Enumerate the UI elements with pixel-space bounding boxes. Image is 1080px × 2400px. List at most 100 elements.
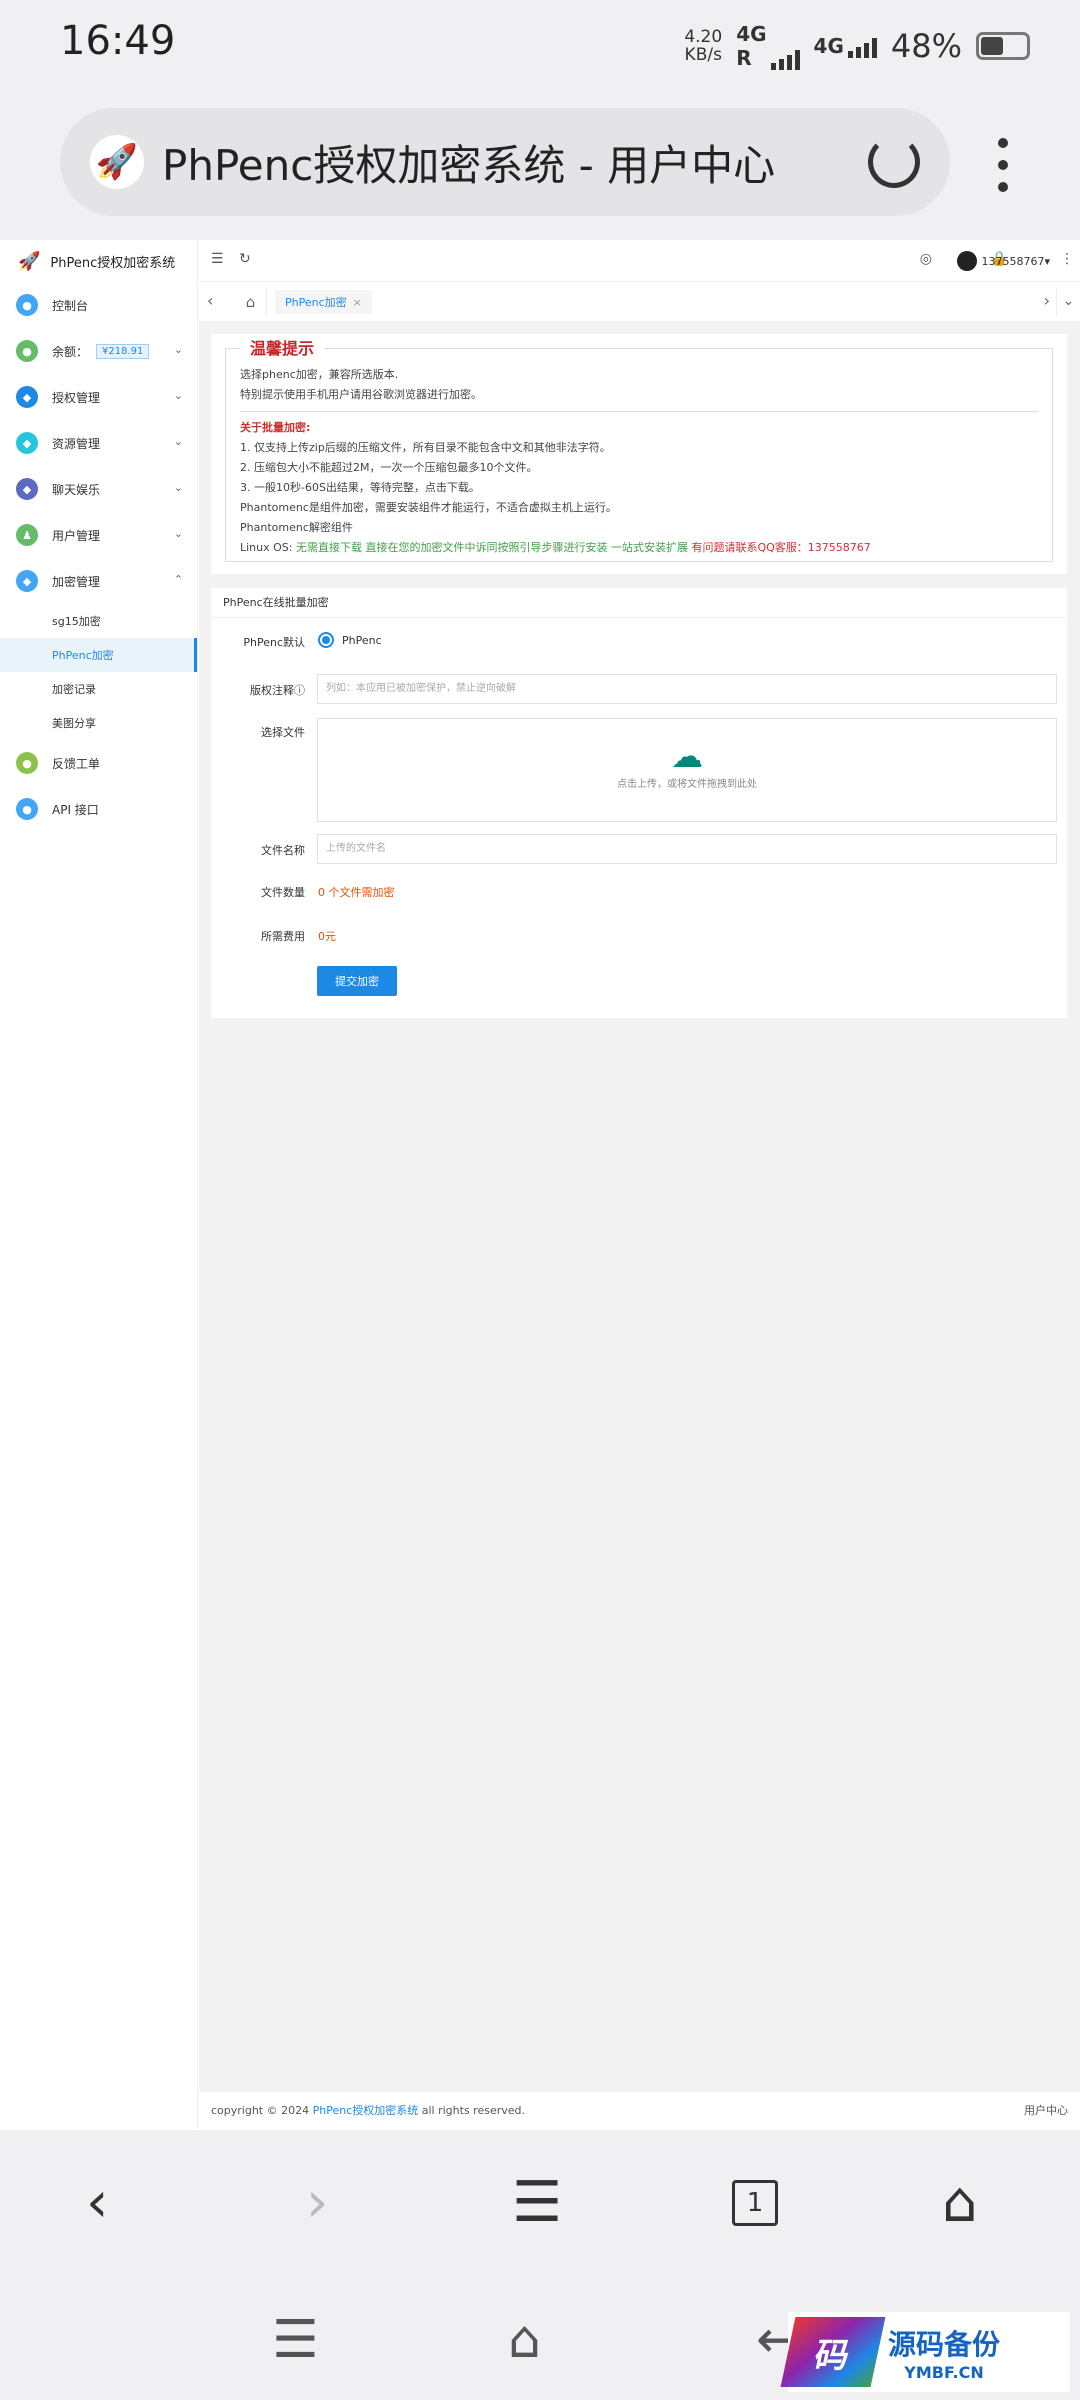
sidebar-item-dashboard[interactable]: ● 控制台 bbox=[0, 282, 197, 328]
watermark-en: YMBF.CN bbox=[904, 2362, 984, 2382]
chevron-right-icon[interactable]: › bbox=[1044, 291, 1050, 310]
brand[interactable]: 🚀 PhPenc授权加密系统 bbox=[0, 240, 197, 282]
reload-icon[interactable] bbox=[868, 136, 920, 188]
notice-box: 温馨提示 选择phenc加密，兼容所选版本. 特别提示使用手机用户请用谷歌浏览器… bbox=[225, 340, 1053, 562]
notice-line: Phantomenc解密组件 bbox=[240, 521, 353, 534]
more-menu-icon[interactable] bbox=[998, 138, 1010, 204]
tab-bar: ‹ ⌂ PhPenc加密 × › ⌄ bbox=[199, 282, 1080, 322]
signal-icon bbox=[847, 36, 877, 58]
battery-icon bbox=[976, 32, 1030, 60]
upload-dropzone[interactable]: ☁ 点击上传，或将文件拖拽到此处 bbox=[317, 718, 1057, 822]
fee-value: 0元 bbox=[318, 930, 336, 943]
web-app: 🚀 PhPenc授权加密系统 ● 控制台 ● 余额： ¥218.91 ⌄ ◆ 授… bbox=[0, 240, 1080, 2130]
submit-button[interactable]: 提交加密 bbox=[317, 966, 397, 996]
network-speed: 4.20 KB/s bbox=[684, 27, 723, 65]
tab-phpenc[interactable]: PhPenc加密 × bbox=[275, 290, 372, 314]
watermark-logo: 码 bbox=[780, 2317, 886, 2387]
balance-badge: ¥218.91 bbox=[96, 343, 150, 359]
sidebar-subitem-gallery[interactable]: 美图分享 bbox=[0, 706, 197, 740]
rocket-icon: 🚀 bbox=[18, 250, 41, 272]
ticket-icon: ● bbox=[16, 752, 38, 774]
globe-icon[interactable]: ◎ bbox=[920, 251, 932, 267]
footer-right[interactable]: 用户中心 bbox=[1024, 2092, 1068, 2130]
api-icon: ● bbox=[16, 798, 38, 820]
status-bar: 16:49 4.20 KB/s 4G R 4G 48% bbox=[0, 0, 1080, 88]
copyright-label: 版权注释ⓘ bbox=[250, 684, 305, 697]
home-icon[interactable]: ⌂ bbox=[235, 288, 267, 316]
sidebar-subitem-records[interactable]: 加密记录 bbox=[0, 672, 197, 706]
signal-2: 4G bbox=[814, 34, 877, 58]
chevron-down-icon: ⌄ bbox=[173, 527, 183, 540]
shield-icon: ◆ bbox=[16, 570, 38, 592]
dashboard-icon: ● bbox=[16, 294, 38, 316]
user-menu[interactable]: 137558767 ▾ bbox=[957, 251, 1050, 271]
address-bar[interactable]: 🚀 PhPenc授权加密系统 - 用户中心 bbox=[60, 108, 950, 216]
default-label: PhPenc默认 bbox=[243, 636, 305, 649]
notice-line: 1. 仅支持上传zip后缀的压缩文件，所有目录不能包含中文和其他非法字符。 bbox=[240, 441, 611, 454]
home-icon[interactable]: ⌂ bbox=[942, 2170, 978, 2235]
more-icon[interactable]: ⋮ bbox=[1060, 251, 1074, 267]
notice-line: 选择phenc加密，兼容所选版本. bbox=[240, 368, 399, 381]
chevron-down-icon[interactable]: ⌄ bbox=[1056, 286, 1080, 316]
sidebar-item-users[interactable]: ♟ 用户管理 ⌄ bbox=[0, 512, 197, 558]
close-icon[interactable]: × bbox=[353, 296, 362, 309]
sidebar-item-balance[interactable]: ● 余额： ¥218.91 ⌄ bbox=[0, 328, 197, 374]
cloud-upload-icon: ☁ bbox=[671, 737, 703, 775]
chevron-down-icon: ⌄ bbox=[173, 343, 183, 356]
sidebar-item-encryption[interactable]: ◆ 加密管理 ⌃ bbox=[0, 558, 197, 604]
copyright-input[interactable]: 列如：本应用已被加密保护，禁止逆向破解 bbox=[317, 674, 1057, 704]
sidebar-subitem-phpenc[interactable]: PhPenc加密 bbox=[0, 638, 197, 672]
watermark-cn: 源码备份 bbox=[888, 2327, 1001, 2361]
file-label: 选择文件 bbox=[261, 726, 305, 739]
tabs-button[interactable]: 1 bbox=[732, 2180, 778, 2226]
chevron-down-icon: ⌄ bbox=[173, 389, 183, 402]
notice-line: Phantomenc是组件加密，需要安装组件才能运行，不适合虚拟主机上运行。 bbox=[240, 501, 617, 514]
notice-title: 温馨提示 bbox=[240, 340, 325, 358]
forward-icon[interactable]: › bbox=[306, 2170, 328, 2235]
chevron-down-icon: ⌄ bbox=[173, 481, 183, 494]
form-title: PhPenc在线批量加密 bbox=[211, 588, 1067, 618]
user-icon: ♟ bbox=[16, 524, 38, 546]
sidebar-item-chat[interactable]: ◆ 聊天娱乐 ⌄ bbox=[0, 466, 197, 512]
footer: copyright © 2024 PhPenc授权加密系统 all rights… bbox=[199, 2092, 1080, 2130]
sidebar-subitem-sg15[interactable]: sg15加密 bbox=[0, 604, 197, 638]
signal-1: 4G R bbox=[736, 22, 800, 70]
footer-link[interactable]: PhPenc授权加密系统 bbox=[313, 2104, 419, 2117]
chevron-left-icon[interactable]: ‹ bbox=[207, 291, 213, 310]
upload-hint: 点击上传，或将文件拖拽到此处 bbox=[617, 779, 757, 790]
batch-title: 关于批量加密: bbox=[240, 421, 311, 434]
info-icon: ⓘ bbox=[294, 684, 305, 697]
battery-level: 48% bbox=[890, 27, 962, 65]
sidebar-item-api[interactable]: ● API 接口 bbox=[0, 786, 197, 832]
watermark: 码 源码备份 YMBF.CN bbox=[780, 2312, 1070, 2392]
chevron-down-icon: ⌄ bbox=[173, 435, 183, 448]
back-icon[interactable]: ‹ bbox=[86, 2170, 108, 2235]
avatar bbox=[957, 251, 978, 271]
menu-toggle-icon[interactable]: ☰ bbox=[211, 251, 224, 267]
recents-icon[interactable]: ☰ bbox=[272, 2310, 319, 2370]
count-value: 0 个文件需加密 bbox=[318, 886, 395, 899]
rocket-icon: 🚀 bbox=[90, 135, 144, 189]
main-content: ☰ ↻ ◎ ⤢ 🔒 137558767 ▾ ⋮ ‹ ⌂ PhPenc加密× › … bbox=[199, 240, 1080, 2130]
notice-line: 3. 一般10秒-60S出结果，等待完整，点击下载。 bbox=[240, 481, 480, 494]
filename-label: 文件名称 bbox=[261, 844, 305, 857]
notice-line: 特别提示使用手机用户请用谷歌浏览器进行加密。 bbox=[240, 388, 482, 401]
signal-icon bbox=[770, 48, 800, 70]
chevron-up-icon: ⌃ bbox=[173, 573, 183, 586]
phpenc-radio[interactable]: PhPenc bbox=[318, 632, 382, 648]
sidebar-item-resources[interactable]: ◆ 资源管理 ⌄ bbox=[0, 420, 197, 466]
sidebar-item-license[interactable]: ◆ 授权管理 ⌄ bbox=[0, 374, 197, 420]
home-icon[interactable]: ⌂ bbox=[508, 2310, 541, 2370]
page-title: PhPenc授权加密系统 - 用户中心 bbox=[162, 140, 776, 190]
count-label: 文件数量 bbox=[261, 886, 305, 899]
radio-selected-icon bbox=[318, 632, 334, 648]
refresh-icon[interactable]: ↻ bbox=[239, 251, 251, 267]
sidebar-item-feedback[interactable]: ● 反馈工单 bbox=[0, 740, 197, 786]
menu-icon[interactable]: ☰ bbox=[512, 2170, 562, 2235]
notice-line: 2. 压缩包大小不能超过2M，一次一个压缩包最多10个文件。 bbox=[240, 461, 538, 474]
filename-input[interactable]: 上传的文件名 bbox=[317, 834, 1057, 864]
linux-line: Linux OS: 无需直接下载 直接在您的加密文件中诉同按照引导步骤进行安装 … bbox=[240, 541, 871, 554]
caret-down-icon: ▾ bbox=[1044, 254, 1050, 268]
wallet-icon: ● bbox=[16, 340, 38, 362]
fee-label: 所需费用 bbox=[261, 930, 305, 943]
